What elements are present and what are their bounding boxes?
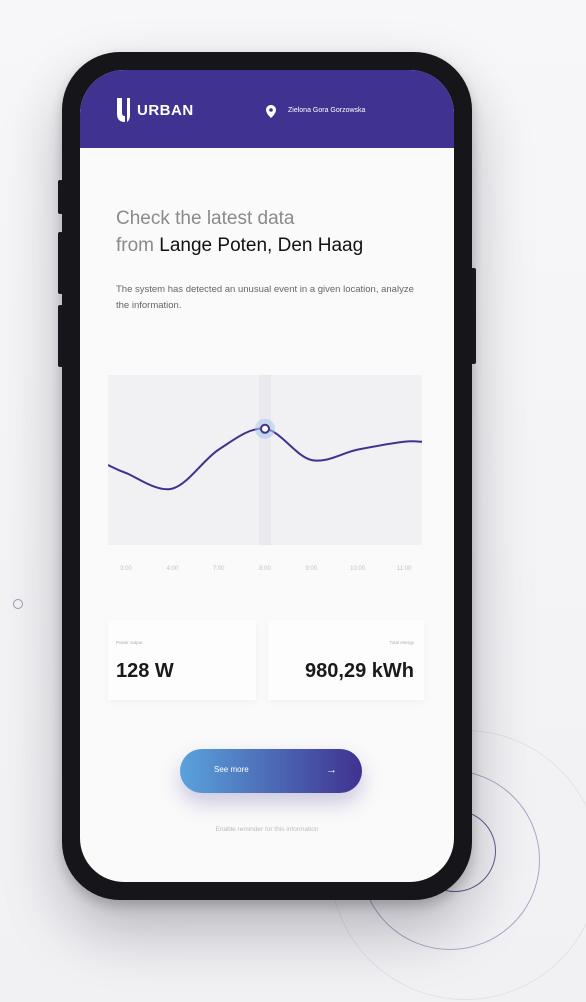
stat-label-energy: Total energy [389, 640, 414, 645]
location-pin-icon [266, 105, 276, 118]
location-label[interactable]: Zielona Gora Gorzowska [288, 107, 365, 114]
decorative-circle-small [13, 599, 23, 609]
headline-line1: Check the latest data [116, 208, 295, 229]
stat-value-energy: 980,29 kWh [305, 660, 414, 682]
x-tick-label: 4:00 [166, 566, 179, 572]
x-tick-label: 9:00 [305, 566, 318, 572]
event-description: The system has detected an unusual event… [116, 284, 414, 311]
enable-reminder-link[interactable]: Enable reminder for this information [80, 826, 454, 833]
x-tick-label: 3:00 [120, 566, 132, 572]
stat-value-power: 128 W [116, 660, 174, 682]
stat-card-energy: Total energy 980,29 kWh [268, 620, 424, 700]
stat-label-power: Power output [116, 640, 143, 645]
highlight-band [259, 375, 271, 545]
chart-x-axis: 3:00 4:00 7:00 8:00 9:00 10:00 11:00 [108, 566, 422, 578]
x-tick-label: 10:00 [350, 566, 366, 572]
line-chart [108, 375, 422, 545]
x-tick-label: 7:00 [212, 566, 225, 572]
x-tick-label: 11:00 [396, 566, 412, 572]
app-header: URBAN Zielona Gora Gorzowska [80, 70, 454, 148]
headline-place: Lange Poten, Den Haag [159, 235, 364, 256]
arrow-right-icon: → [326, 764, 337, 776]
stat-card-power: Power output 128 W [108, 620, 256, 700]
urban-logo-icon [117, 98, 130, 122]
x-tick-label: 8:00 [259, 566, 271, 572]
see-more-label: See more [214, 765, 249, 774]
headline-line2: from Lange Poten, Den Haag [116, 232, 363, 259]
highlight-point[interactable] [260, 423, 270, 434]
see-more-button[interactable]: See more → [180, 749, 362, 793]
chart-area [108, 375, 422, 545]
page-title: Check the latest data from Lange Poten, … [116, 205, 363, 259]
phone-screen: URBAN Zielona Gora Gorzowska Check the l… [80, 70, 454, 882]
headline-from: from [116, 235, 154, 256]
brand-name: URBAN [137, 102, 194, 119]
